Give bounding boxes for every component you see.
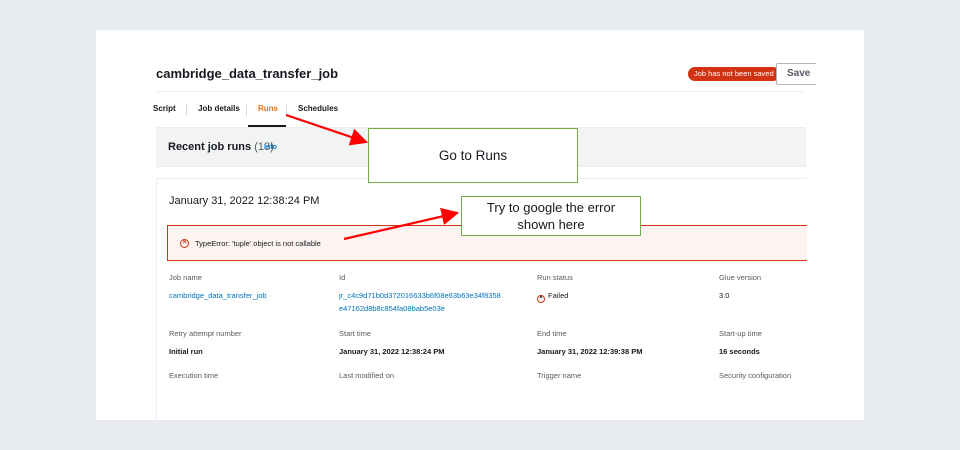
tab-separator: [286, 104, 287, 116]
tab-bar: Script Job details Runs Schedules: [153, 104, 456, 128]
startup-time-field: Start-up time 16 seconds: [719, 329, 762, 356]
job-name-field: Job name cambridge_data_transfer_job: [169, 273, 267, 302]
tab-separator: [246, 104, 247, 116]
tab-script[interactable]: Script: [153, 104, 176, 113]
error-message: TypeError: 'tuple' object is not callabl…: [195, 239, 321, 248]
start-time-field: Start time January 31, 2022 12:38:24 PM: [339, 329, 445, 356]
info-link[interactable]: Info: [264, 144, 277, 151]
last-modified-field: Last modified on: [339, 371, 395, 380]
run-status-field: Run status × Failed: [537, 273, 573, 303]
tab-separator: [186, 104, 187, 116]
run-id-line1[interactable]: jr_c4c9d71b0d372016633b6f08e63b63e34f835…: [339, 290, 501, 302]
error-circle-icon: ×: [180, 239, 189, 248]
run-date: January 31, 2022 12:38:24 PM: [169, 195, 320, 207]
retry-field: Retry attempt number Initial run: [169, 329, 242, 356]
header-divider: [156, 91, 804, 92]
job-title: cambridge_data_transfer_job: [156, 66, 339, 81]
recent-runs-title: Recent job runs (13): [168, 141, 274, 153]
tab-job-details[interactable]: Job details: [198, 104, 240, 113]
tab-runs[interactable]: Runs: [258, 104, 278, 113]
callout-go-to-runs: Go to Runs: [368, 128, 578, 183]
security-config-field: Security configuration: [719, 371, 792, 380]
failed-icon: ×: [537, 295, 545, 303]
job-name-link[interactable]: cambridge_data_transfer_job: [169, 290, 267, 302]
id-field: Id jr_c4c9d71b0d372016633b6f08e63b63e34f…: [339, 273, 501, 315]
unsaved-badge: Job has not been saved: [688, 67, 780, 81]
tab-schedules[interactable]: Schedules: [298, 104, 338, 113]
run-status-value: × Failed: [537, 290, 573, 303]
execution-time-field: Execution time: [169, 371, 219, 380]
glue-version-field: Glue version 3.0: [719, 273, 762, 300]
slide: cambridge_data_transfer_job Job has not …: [96, 30, 864, 420]
trigger-name-field: Trigger name: [537, 371, 582, 380]
run-id-line2[interactable]: e47162d8b8c854fa08bab5e03e: [339, 303, 501, 315]
page-header: cambridge_data_transfer_job Job has not …: [156, 63, 816, 86]
save-button[interactable]: Save: [776, 63, 816, 85]
end-time-field: End time January 31, 2022 12:39:38 PM: [537, 329, 643, 356]
callout-google-error: Try to google the error shown here: [461, 196, 641, 236]
